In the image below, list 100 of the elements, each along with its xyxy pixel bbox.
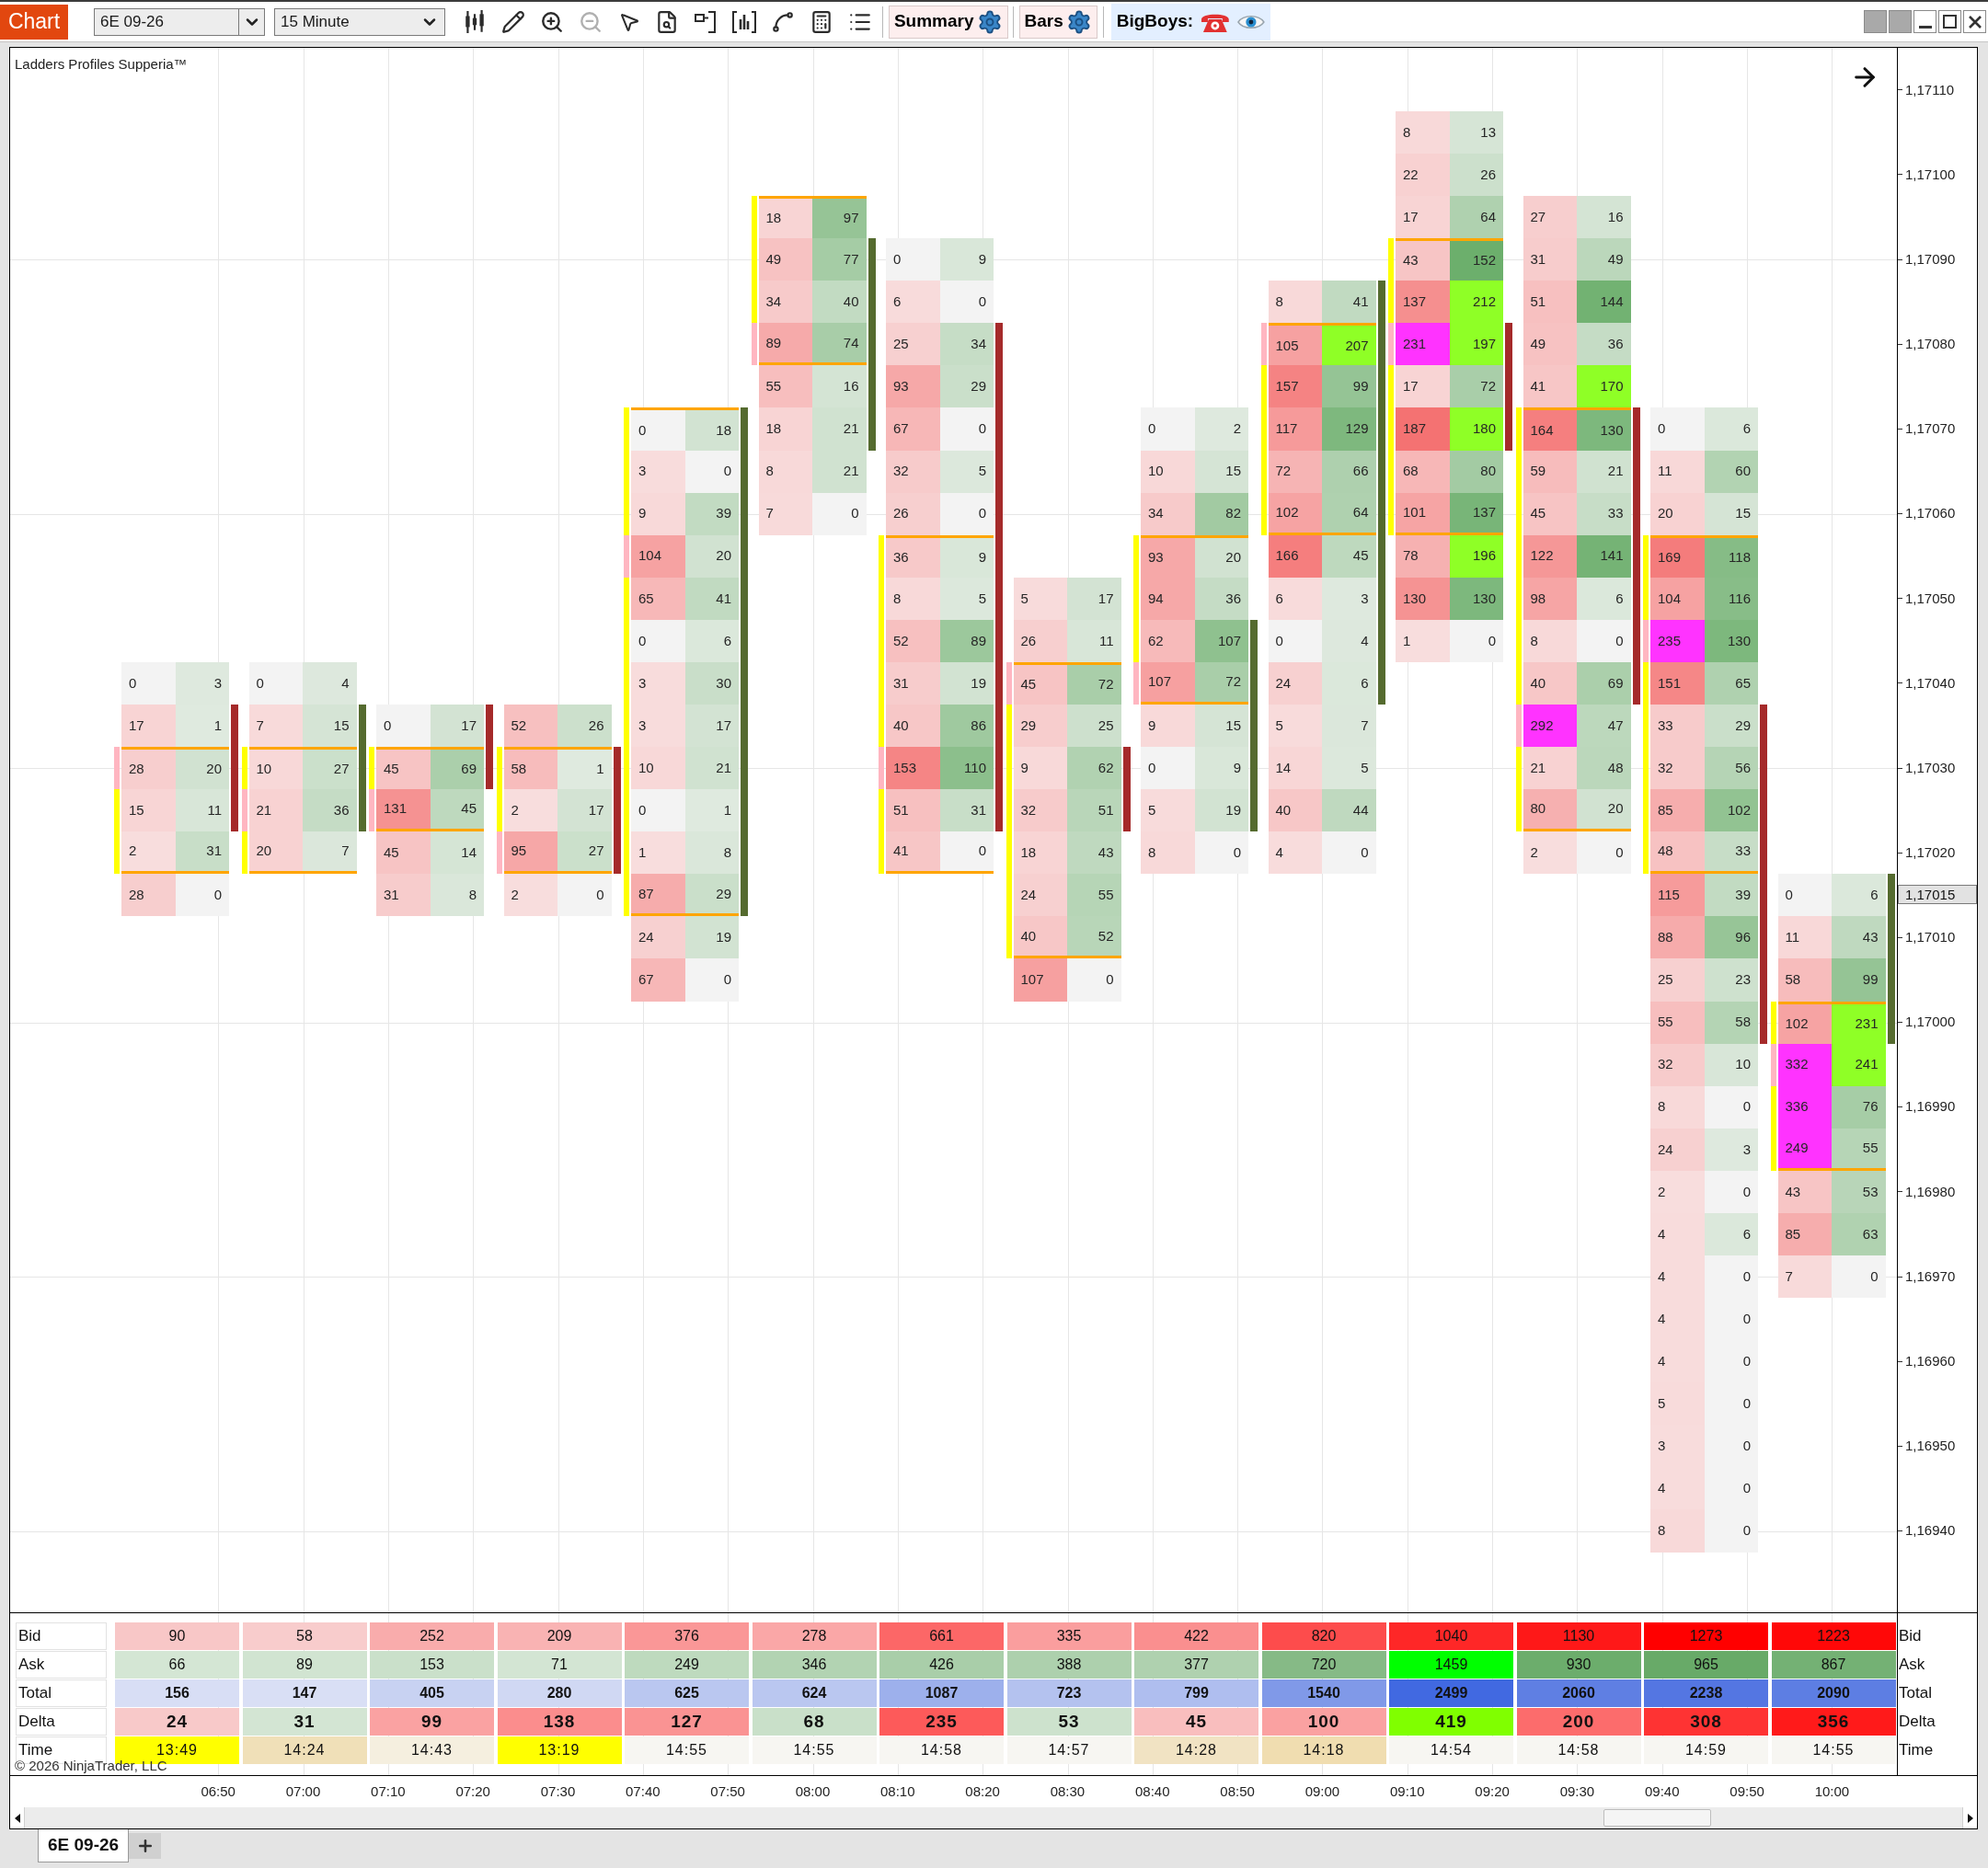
summary-cell: 377 [1134, 1651, 1258, 1679]
ask-cell: 19 [1194, 789, 1248, 832]
bid-cell: 26 [1013, 619, 1067, 662]
price-label: 1,16950 [1905, 1437, 1956, 1456]
close-button[interactable] [1963, 10, 1986, 33]
bar-chart-icon[interactable] [732, 10, 757, 33]
ask-cell: 107 [1194, 619, 1248, 662]
summary-cell: 14:59 [1644, 1736, 1768, 1764]
poc-marker [1388, 323, 1394, 366]
instrument-dropdown[interactable]: 6E 09-26 [94, 7, 265, 36]
summary-cell: 1540 [1261, 1679, 1386, 1707]
bid-cell: 166 [1268, 534, 1322, 578]
bid-cell: 43 [1396, 238, 1450, 281]
bid-cell: 33 [1650, 704, 1705, 748]
ask-cell: 129 [1322, 407, 1376, 451]
summary-cell: 127 [625, 1708, 749, 1736]
ask-cell: 5 [939, 577, 994, 620]
zoom-in-icon[interactable] [539, 9, 564, 34]
bid-cell: 40 [1013, 916, 1067, 959]
scroll-left-button[interactable] [10, 1807, 25, 1828]
bid-cell: 0 [1141, 747, 1195, 790]
bracket-box-icon[interactable] [695, 10, 718, 33]
ask-cell: 9 [939, 534, 994, 578]
ask-cell: 58 [1704, 1001, 1758, 1044]
indicator-button[interactable]: Summary [888, 5, 1008, 39]
bid-cell: 18 [758, 196, 812, 239]
time-axis-label: 08:30 [1050, 1782, 1086, 1801]
bid-cell: 85 [1650, 789, 1705, 832]
bid-cell: 34 [1141, 492, 1195, 535]
ask-cell: 0 [1704, 1255, 1758, 1299]
summary-cell: 153 [370, 1651, 494, 1679]
bid-cell: 67 [631, 958, 685, 1002]
bid-cell: 8 [1650, 1085, 1705, 1129]
chart-tab[interactable]: 6E 09-26 [38, 1829, 130, 1862]
ask-cell: 110 [939, 747, 994, 790]
window-tile-button[interactable] [1864, 10, 1887, 33]
candlestick-icon[interactable] [465, 9, 485, 34]
summary-cell: 625 [625, 1679, 749, 1707]
ask-cell: 9 [939, 238, 994, 281]
bid-cell: 45 [1523, 492, 1577, 535]
ask-cell: 0 [1194, 831, 1248, 875]
bid-cell: 8 [1396, 110, 1450, 154]
bid-cell: 32 [1650, 747, 1705, 790]
ask-cell: 231 [1832, 1001, 1886, 1044]
ask-cell: 3 [1322, 577, 1376, 620]
ask-cell: 4 [303, 661, 357, 705]
calculator-icon[interactable] [810, 9, 833, 34]
scroll-right-button[interactable] [1962, 1807, 1977, 1828]
ask-cell: 97 [812, 196, 867, 239]
ask-cell: 72 [1449, 365, 1503, 408]
ask-cell: 207 [1322, 323, 1376, 366]
ask-cell: 10 [1704, 1043, 1758, 1086]
ask-cell: 33 [1577, 492, 1631, 535]
summary-cell: 14:55 [1771, 1736, 1896, 1764]
bid-cell: 0 [248, 661, 303, 705]
ask-cell: 27 [303, 747, 357, 790]
ask-cell: 74 [812, 323, 867, 366]
ask-cell: 1 [684, 789, 739, 832]
interval-dropdown[interactable]: 15 Minute [274, 7, 445, 36]
ask-cell: 0 [1704, 1298, 1758, 1341]
bid-cell: 2 [1650, 1170, 1705, 1213]
ask-cell: 33 [1704, 831, 1758, 875]
chart-menu-button[interactable]: Chart [0, 4, 68, 40]
bid-cell: 14 [1268, 747, 1322, 790]
price-label: 1,17070 [1905, 419, 1956, 439]
indicator-button[interactable]: Bars [1018, 5, 1097, 39]
bid-cell: 85 [1777, 1212, 1832, 1255]
ask-cell: 0 [684, 450, 739, 493]
scrollbar-thumb[interactable] [1603, 1809, 1711, 1827]
summary-cell: 376 [625, 1622, 749, 1650]
bid-cell: 3 [631, 450, 685, 493]
maximize-button[interactable] [1938, 10, 1961, 33]
window-tile-button[interactable] [1889, 10, 1912, 33]
add-tab-button[interactable] [129, 1833, 162, 1859]
bid-cell: 67 [886, 407, 940, 451]
summary-cell: 965 [1644, 1651, 1768, 1679]
ask-cell: 27 [557, 831, 612, 875]
bid-cell: 17 [1396, 196, 1450, 239]
time-axis-label: 07:00 [285, 1782, 321, 1801]
summary-cell: 209 [497, 1622, 622, 1650]
minimize-button[interactable] [1913, 10, 1936, 33]
bid-cell: 24 [1650, 1128, 1705, 1171]
bid-cell: 115 [1650, 874, 1705, 917]
maximize-icon [1943, 15, 1957, 29]
ask-cell: 9 [1194, 747, 1248, 790]
price-label: 1,17090 [1905, 249, 1956, 269]
price-label: 1,16970 [1905, 1266, 1956, 1286]
bid-cell: 98 [1523, 577, 1577, 620]
ask-cell: 6 [684, 619, 739, 662]
bid-cell: 31 [376, 874, 431, 917]
line-chart-icon[interactable] [771, 9, 796, 34]
summary-cell: 14:54 [1389, 1736, 1513, 1764]
bid-cell: 26 [886, 492, 940, 535]
pencil-icon[interactable] [500, 9, 525, 34]
ask-cell: 0 [1067, 958, 1121, 1002]
bid-cell: 2 [503, 789, 557, 832]
ask-cell: 86 [939, 704, 994, 748]
bid-cell: 72 [1268, 450, 1322, 493]
row-label: Total [16, 1679, 107, 1707]
bid-cell: 93 [1141, 534, 1195, 578]
